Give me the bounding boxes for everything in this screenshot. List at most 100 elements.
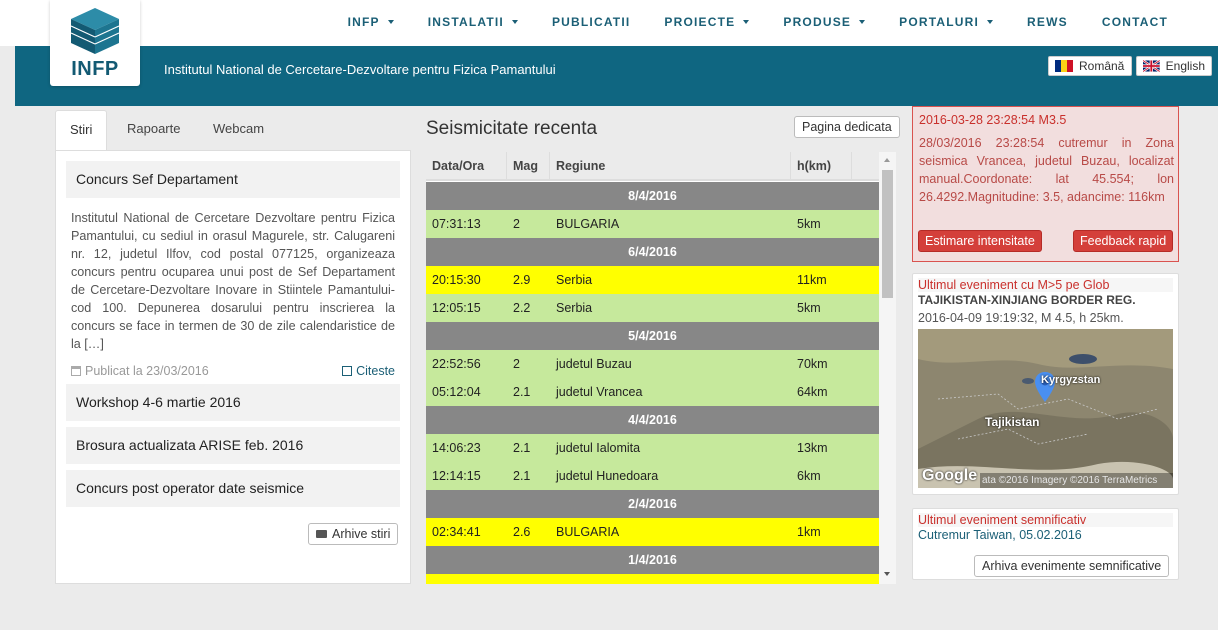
table-row[interactable]: 12:05:15 2.2 Serbia 5km <box>426 294 879 322</box>
external-link-icon <box>342 366 353 376</box>
tab-webcam[interactable]: Webcam <box>199 110 278 150</box>
cell-time: 12:14:15 <box>432 469 481 483</box>
date-group-row: 8/4/2016 <box>426 182 879 210</box>
alert-head: 2016-03-28 23:28:54 M3.5 <box>919 113 1067 127</box>
event-map[interactable]: Kyrgyzstan Tajikistan Google ata ©2016 I… <box>918 329 1173 488</box>
col-date: Data/Ora <box>426 152 507 181</box>
news-featured-title[interactable]: Concurs Sef Departament <box>66 161 400 198</box>
seismic-table: Data/Ora Mag Regiune h(km) 8/4/2016 07:31… <box>426 152 879 584</box>
table-row[interactable]: 22:52:56 2 judetul Buzau 70km <box>426 350 879 378</box>
table-row[interactable]: 02:34:41 2.6 BULGARIA 1km <box>426 518 879 546</box>
col-mag: Mag <box>507 152 550 181</box>
nav-item-contact[interactable]: CONTACT <box>1102 15 1168 29</box>
news-tabs: Stiri Rapoarte Webcam <box>55 110 411 151</box>
cell-depth: 6km <box>797 469 821 483</box>
logo-cube-icon <box>70 8 120 54</box>
cell-time: 22:52:56 <box>432 357 481 371</box>
tab-stiri[interactable]: Stiri <box>55 110 108 151</box>
news-archive-label: Arhive stiri <box>332 527 391 541</box>
table-row[interactable] <box>426 574 879 584</box>
intensity-estimate-button[interactable]: Estimare intensitate <box>918 230 1042 252</box>
cell-mag: 2.9 <box>513 273 531 287</box>
nav-item-portaluri[interactable]: PORTALURI <box>899 15 994 29</box>
cell-time: 14:06:23 <box>432 441 481 455</box>
cell-time: 07:31:13 <box>432 217 481 231</box>
read-more-link[interactable]: Citeste <box>342 364 395 378</box>
nav-item-produse[interactable]: PRODUSE <box>783 15 866 29</box>
caret-down-icon <box>987 20 994 24</box>
cell-time: 02:34:41 <box>432 525 481 539</box>
caret-down-icon <box>859 20 866 24</box>
global-event-card: Ultimul eveniment cu M>5 pe Glob TAJIKIS… <box>912 273 1179 495</box>
news-date-text: Publicat la 23/03/2016 <box>85 364 209 378</box>
map-attribution: ata ©2016 Imagery ©2016 TerraMetrics <box>980 473 1173 488</box>
logo-text: INFP <box>71 58 119 80</box>
nav-item-proiecte[interactable]: PROIECTE <box>664 15 750 29</box>
nav-item-label: PORTALURI <box>899 15 980 29</box>
col-region: Regiune <box>550 152 791 181</box>
cell-depth: 5km <box>797 301 821 315</box>
significant-event-card: Ultimul eveniment semnificativ Cutremur … <box>912 508 1179 580</box>
caret-down-icon <box>511 20 518 24</box>
dedicated-page-button[interactable]: Pagina dedicata <box>794 116 900 138</box>
cell-time: 20:15:30 <box>432 273 481 287</box>
scroll-up-icon[interactable] <box>884 158 890 162</box>
table-row[interactable]: 07:31:13 2 BULGARIA 5km <box>426 210 879 238</box>
cell-depth: 1km <box>797 525 821 539</box>
logo[interactable]: INFP <box>50 0 140 86</box>
cell-region: judetul Ialomita <box>556 441 641 455</box>
cell-region: Serbia <box>556 301 593 315</box>
cell-depth: 70km <box>797 357 828 371</box>
folder-icon <box>316 530 327 538</box>
tab-rapoarte[interactable]: Rapoarte <box>113 110 194 150</box>
read-more-label: Citeste <box>356 364 395 378</box>
cell-time: 12:05:15 <box>432 301 481 315</box>
nav-item-rews[interactable]: REWS <box>1027 15 1068 29</box>
col-depth: h(km) <box>791 152 852 181</box>
significant-archive-button[interactable]: Arhiva evenimente semnificative <box>974 555 1170 577</box>
table-row[interactable]: 05:12:04 2.1 judetul Vrancea 64km <box>426 378 879 406</box>
significant-event-text[interactable]: Cutremur Taiwan, 05.02.2016 <box>918 528 1082 542</box>
news-archive-button[interactable]: Arhive stiri <box>308 523 399 545</box>
calendar-icon <box>71 366 81 376</box>
nav-item-instalatii[interactable]: INSTALATII <box>428 15 518 29</box>
table-row[interactable]: 20:15:30 2.9 Serbia 11km <box>426 266 879 294</box>
nav-item-infp[interactable]: INFP <box>348 15 394 29</box>
news-date: Publicat la 23/03/2016 <box>71 364 209 378</box>
quick-feedback-button[interactable]: Feedback rapid <box>1073 230 1174 252</box>
table-header: Data/Ora Mag Regiune h(km) <box>426 152 879 181</box>
cell-region: judetul Vrancea <box>556 385 643 399</box>
table-scrollbar[interactable] <box>879 152 896 584</box>
map-label-tajikistan: Tajikistan <box>985 415 1040 429</box>
date-group-row: 5/4/2016 <box>426 322 879 350</box>
nav-item-label: CONTACT <box>1101 15 1168 29</box>
cell-region: Serbia <box>556 273 593 287</box>
nav-item-publicatii[interactable]: PUBLICATII <box>552 15 630 29</box>
news-item[interactable]: Workshop 4-6 martie 2016 <box>66 384 400 421</box>
lang-ro-button[interactable]: Română <box>1048 56 1132 76</box>
lang-en-label: English <box>1165 59 1205 73</box>
scroll-down-icon[interactable] <box>884 572 890 576</box>
nav-item-label: INSTALATII <box>427 15 504 29</box>
google-logo: Google <box>922 467 978 484</box>
top-bar: INFP INSTALATII PUBLICATII PROIECTE PRODUSE P… <box>0 0 1218 46</box>
seismic-title: Seismicitate recenta <box>426 118 598 139</box>
scroll-thumb[interactable] <box>882 170 893 298</box>
cell-time: 05:12:04 <box>432 385 481 399</box>
cell-mag: 2.6 <box>513 525 531 539</box>
table-row[interactable]: 12:14:15 2.1 judetul Hunedoara 6km <box>426 462 879 490</box>
romania-flag-icon <box>1055 60 1073 72</box>
table-row[interactable]: 14:06:23 2.1 judetul Ialomita 13km <box>426 434 879 462</box>
news-featured-text: Institutul National de Cercetare Dezvolt… <box>71 211 395 351</box>
cell-region: BULGARIA <box>556 217 620 231</box>
significant-event-head: Ultimul eveniment semnificativ <box>918 513 1173 527</box>
nav-item-label: PROIECTE <box>664 15 736 29</box>
caret-down-icon <box>387 20 394 24</box>
uk-flag-icon <box>1143 60 1160 72</box>
cell-mag: 2.1 <box>513 441 531 455</box>
lang-en-button[interactable]: English <box>1136 56 1212 76</box>
map-terrain <box>918 329 1173 488</box>
news-item[interactable]: Concurs post operator date seismice <box>66 470 400 507</box>
news-item[interactable]: Brosura actualizata ARISE feb. 2016 <box>66 427 400 464</box>
cell-depth: 11km <box>797 273 827 287</box>
